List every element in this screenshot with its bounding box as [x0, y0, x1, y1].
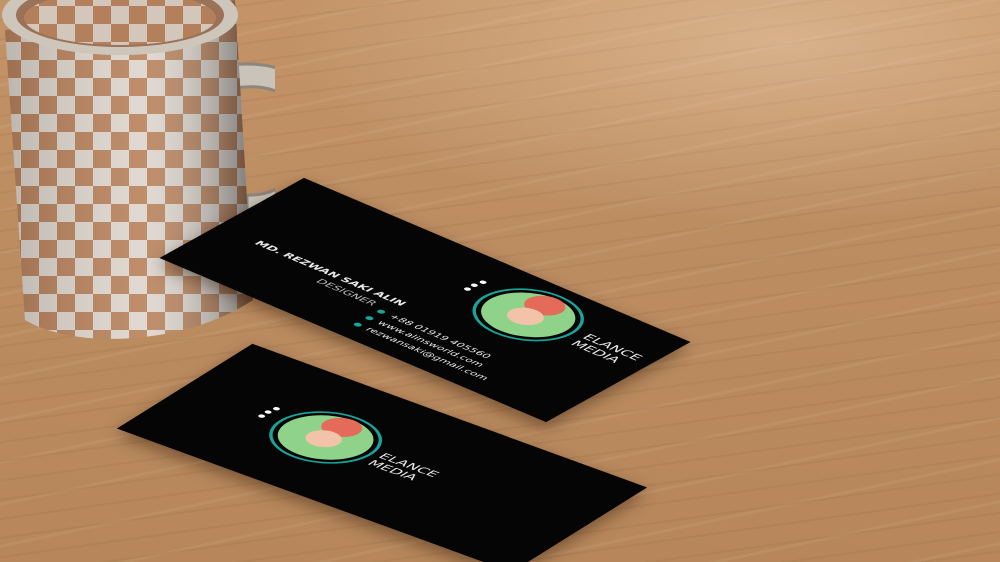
photo-scene: ELANCE MEDIA MD. REZWAN SAKI ALIN DESIGN…	[0, 0, 1000, 562]
coffee-mug	[2, 0, 275, 339]
